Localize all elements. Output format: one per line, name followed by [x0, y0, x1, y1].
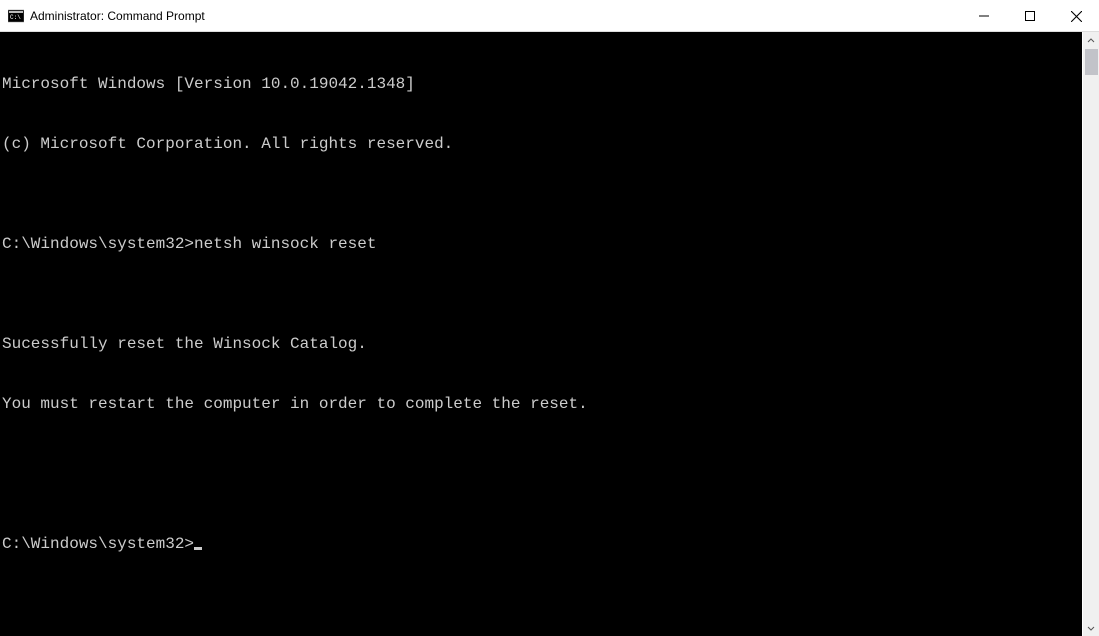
titlebar: C:\ Administrator: Command Prompt [0, 0, 1099, 32]
vertical-scrollbar[interactable] [1082, 32, 1099, 636]
terminal-prompt-line: C:\Windows\system32> [0, 534, 1082, 554]
terminal-line: You must restart the computer in order t… [0, 394, 1082, 414]
terminal-line: C:\Windows\system32>netsh winsock reset [0, 234, 1082, 254]
cmd-icon: C:\ [8, 8, 24, 24]
window-title: Administrator: Command Prompt [30, 9, 961, 23]
window-controls [961, 0, 1099, 31]
client-area: Microsoft Windows [Version 10.0.19042.13… [0, 32, 1099, 636]
scroll-thumb[interactable] [1085, 49, 1098, 75]
scroll-up-arrow-icon[interactable] [1083, 32, 1099, 49]
cursor [194, 547, 202, 550]
svg-text:C:\: C:\ [10, 14, 21, 21]
close-button[interactable] [1053, 0, 1099, 32]
scroll-track[interactable] [1083, 49, 1099, 619]
terminal-line: Microsoft Windows [Version 10.0.19042.13… [0, 74, 1082, 94]
minimize-button[interactable] [961, 0, 1007, 32]
terminal[interactable]: Microsoft Windows [Version 10.0.19042.13… [0, 32, 1082, 636]
terminal-line: (c) Microsoft Corporation. All rights re… [0, 134, 1082, 154]
terminal-line: Sucessfully reset the Winsock Catalog. [0, 334, 1082, 354]
scroll-down-arrow-icon[interactable] [1083, 619, 1099, 636]
terminal-prompt: C:\Windows\system32> [2, 535, 194, 553]
maximize-button[interactable] [1007, 0, 1053, 32]
